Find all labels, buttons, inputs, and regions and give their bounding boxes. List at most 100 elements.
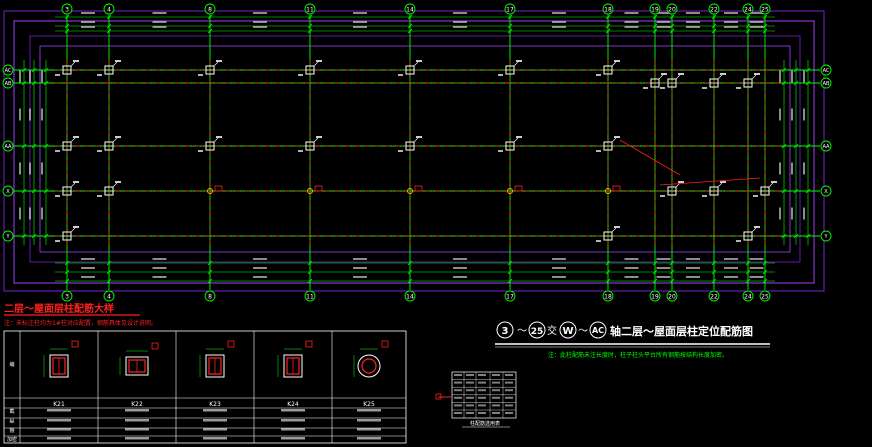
dimension-text-mark xyxy=(253,267,267,269)
dimension-text-mark xyxy=(686,12,700,14)
column-tag xyxy=(73,60,79,62)
column-tag xyxy=(596,240,601,242)
legend-header: K24 xyxy=(287,401,299,408)
column-tag xyxy=(498,150,503,152)
column-tag xyxy=(702,87,707,89)
column-tag xyxy=(216,60,222,62)
schedule-cell-mark xyxy=(505,381,513,384)
dimension-text-mark xyxy=(353,267,367,269)
dimension-text-mark xyxy=(453,21,467,23)
axis-label-11: 11 xyxy=(306,7,314,14)
column-tag xyxy=(398,74,403,76)
dimension-text-mark xyxy=(19,162,21,175)
title-axis-ac: AC xyxy=(592,326,604,335)
axis-label-AB: AB xyxy=(5,81,12,87)
legend-value-mark xyxy=(47,428,71,431)
legend-value-mark xyxy=(47,409,71,412)
dimension-text-mark xyxy=(552,12,566,14)
axis-label-22: 22 xyxy=(710,294,718,301)
dimension-text-mark xyxy=(552,21,566,23)
column-tag xyxy=(516,136,522,138)
column-tag xyxy=(73,226,79,228)
column-tag xyxy=(614,136,620,138)
dimension-text-mark xyxy=(453,267,467,269)
schedule-cell-mark xyxy=(505,412,513,414)
schedule-cell-mark xyxy=(454,374,462,376)
title-tilde-2: ～ xyxy=(578,326,588,337)
axis-label-AA: AA xyxy=(823,144,831,150)
schedule-cell-mark xyxy=(454,396,462,399)
schedule-cell-mark xyxy=(478,396,486,399)
column-tag xyxy=(498,74,503,76)
schedule-cell-mark xyxy=(505,389,513,392)
schedule-cell-mark xyxy=(492,381,500,384)
dimension-text-mark xyxy=(656,26,671,28)
axis-label-14: 14 xyxy=(406,7,414,14)
axis-label-24: 24 xyxy=(744,7,752,14)
dimension-text-mark xyxy=(686,258,700,260)
column-tag xyxy=(55,150,60,152)
legend-value-mark xyxy=(125,428,149,431)
dimension-text-mark xyxy=(624,21,639,23)
legend-note: 注：未标注柱均为1#柱对应配置，钢筋具体见设计说明。 xyxy=(4,319,157,327)
legend-title: 二层～屋面层柱配筋大样 xyxy=(4,302,114,315)
dimension-text-mark xyxy=(749,276,764,278)
dimension-text-mark xyxy=(552,26,566,28)
legend-value-mark xyxy=(203,419,227,422)
schedule-cell-mark xyxy=(492,396,500,399)
axis-label-17: 17 xyxy=(506,7,514,14)
dimension-text-mark xyxy=(624,267,639,269)
column-tag xyxy=(216,136,222,138)
column-tag xyxy=(416,136,422,138)
dimension-text-mark xyxy=(552,276,566,278)
schedule-cell-mark xyxy=(466,389,474,392)
dimension-text-mark xyxy=(353,258,367,260)
dimension-text-mark xyxy=(353,12,367,14)
legend-value-mark xyxy=(281,428,305,431)
legend-value-mark xyxy=(281,419,305,422)
column-tag xyxy=(198,74,203,76)
axis-label-AB: AB xyxy=(823,81,830,87)
dimension-text-mark xyxy=(253,276,267,278)
dimension-text-mark xyxy=(724,267,738,269)
dimension-text-mark xyxy=(19,70,21,83)
column-tag xyxy=(753,195,758,197)
dimension-text-mark xyxy=(152,26,167,28)
axis-label-X: X xyxy=(824,189,828,195)
schedule-cell-mark xyxy=(478,389,486,392)
dimension-text-mark xyxy=(152,21,167,23)
axis-label-11: 11 xyxy=(306,294,314,301)
column-tag xyxy=(596,150,601,152)
dimension-text-mark xyxy=(686,267,700,269)
axis-label-24: 24 xyxy=(744,294,752,301)
dimension-text-mark xyxy=(724,12,738,14)
legend-header: K25 xyxy=(363,401,375,408)
dimension-text-mark xyxy=(803,108,805,121)
axis-label-19: 19 xyxy=(651,294,659,301)
column-tag xyxy=(115,60,121,62)
schedule-cell-mark xyxy=(492,374,500,376)
axis-label-AA: AA xyxy=(5,144,13,150)
legend-value-mark xyxy=(203,409,227,412)
schedule-cell-mark xyxy=(492,412,500,414)
dimension-text-mark xyxy=(656,267,671,269)
schedule-cell-mark xyxy=(466,412,474,414)
column-tag xyxy=(596,74,601,76)
dimension-text-mark xyxy=(152,267,167,269)
schedule-cell-mark xyxy=(466,374,474,376)
dimension-text-mark xyxy=(803,70,805,83)
dimension-text-mark xyxy=(724,26,738,28)
column-tag xyxy=(55,240,60,242)
title-axis-25: 25 xyxy=(531,327,544,337)
legend-row-label: 截 xyxy=(9,408,14,415)
dimension-text-mark xyxy=(152,276,167,278)
legend-value-mark xyxy=(203,437,227,440)
axis-label-X: X xyxy=(6,189,10,195)
legend-value-mark xyxy=(357,428,381,431)
dimension-text-mark xyxy=(353,276,367,278)
dimension-text-mark xyxy=(791,70,793,83)
dimension-text-mark xyxy=(41,70,43,83)
legend-value-mark xyxy=(203,428,227,431)
dimension-text-mark xyxy=(803,207,805,220)
schedule-cell-mark xyxy=(492,389,500,392)
